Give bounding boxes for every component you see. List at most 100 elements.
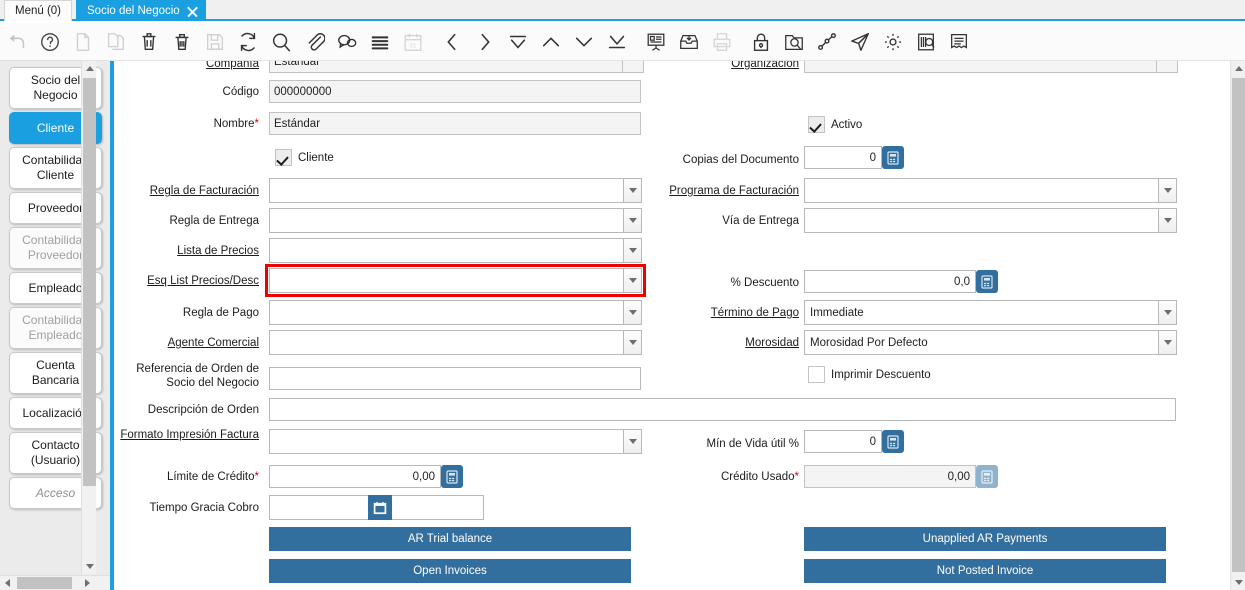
copias-documento-field[interactable]: 0 xyxy=(804,146,882,169)
sidebar-vertical-scrollbar[interactable] xyxy=(81,61,96,574)
scroll-up-icon[interactable] xyxy=(82,61,97,76)
refresh-icon[interactable] xyxy=(231,25,264,58)
previous-record-icon[interactable] xyxy=(534,25,567,58)
imprimir-descuento-checkbox[interactable]: Imprimir Descuento xyxy=(808,366,931,383)
next-record-icon[interactable] xyxy=(567,25,600,58)
copias-documento-calculator-button[interactable] xyxy=(882,146,904,169)
formato-impresion-value[interactable] xyxy=(269,429,623,454)
compania-lookup-button[interactable] xyxy=(622,61,644,73)
termino-pago-value[interactable]: Immediate xyxy=(804,300,1158,325)
descuento-calculator-button[interactable] xyxy=(976,270,998,293)
via-entrega-combo[interactable] xyxy=(804,208,1177,233)
scroll-left-icon[interactable] xyxy=(0,576,15,590)
morosidad-value[interactable]: Morosidad Por Defecto xyxy=(804,330,1158,355)
gear-icon[interactable] xyxy=(876,25,909,58)
chevron-down-icon[interactable] xyxy=(1158,300,1177,325)
regla-entrega-value[interactable] xyxy=(269,208,623,233)
scroll-down-icon[interactable] xyxy=(1231,575,1245,590)
label-min-vida-util: Mín de Vida útil % xyxy=(614,437,799,451)
min-vida-util-calculator-button[interactable] xyxy=(882,430,904,453)
tab-menu[interactable]: Menú (0) xyxy=(4,0,72,21)
open-invoices-button[interactable]: Open Invoices xyxy=(269,559,631,583)
programa-facturacion-value[interactable] xyxy=(804,178,1158,203)
organizacion-lookup-button[interactable] xyxy=(1156,61,1178,73)
send-icon[interactable] xyxy=(843,25,876,58)
formato-impresion-combo[interactable] xyxy=(269,429,642,454)
scroll-up-icon[interactable] xyxy=(1231,61,1245,76)
first-record-icon[interactable] xyxy=(501,25,534,58)
descripcion-orden-field[interactable] xyxy=(269,398,1176,421)
calendar-icon[interactable]: 31 xyxy=(396,25,429,58)
print-icon[interactable] xyxy=(705,25,738,58)
min-vida-util-field[interactable]: 0 xyxy=(804,430,882,453)
undo-icon[interactable] xyxy=(0,25,33,58)
chat-icon[interactable] xyxy=(330,25,363,58)
regla-facturacion-value[interactable] xyxy=(269,178,623,203)
organizacion-field[interactable] xyxy=(804,61,1172,73)
form-scroll-thumb[interactable] xyxy=(1232,78,1245,572)
via-entrega-value[interactable] xyxy=(804,208,1158,233)
descuento-field[interactable]: 0,0 xyxy=(804,270,976,293)
regla-facturacion-combo[interactable] xyxy=(269,178,642,203)
chevron-down-icon[interactable] xyxy=(1158,330,1177,355)
not-posted-invoice-button[interactable]: Not Posted Invoice xyxy=(804,559,1166,583)
activo-checkbox[interactable]: Activo xyxy=(808,116,862,133)
lock-icon[interactable] xyxy=(744,25,777,58)
barcode-zoom-icon[interactable] xyxy=(909,25,942,58)
agente-comercial-combo[interactable] xyxy=(269,330,642,355)
chevron-down-icon[interactable] xyxy=(623,238,642,263)
ar-trial-balance-button[interactable]: AR Trial balance xyxy=(269,527,631,551)
attachment-icon[interactable] xyxy=(297,25,330,58)
workflow-icon[interactable] xyxy=(810,25,843,58)
copy-record-icon[interactable] xyxy=(99,25,132,58)
lista-precios-combo[interactable] xyxy=(269,238,642,263)
regla-entrega-combo[interactable] xyxy=(269,208,642,233)
chevron-down-icon[interactable] xyxy=(1158,178,1177,203)
new-record-icon[interactable] xyxy=(66,25,99,58)
activo-checkbox-label: Activo xyxy=(831,119,862,131)
tiempo-gracia-calendar-button[interactable] xyxy=(368,495,392,520)
delete-selection-icon[interactable] xyxy=(165,25,198,58)
regla-pago-value[interactable] xyxy=(269,300,623,325)
sidebar-hscroll-thumb[interactable] xyxy=(17,577,72,589)
form-panel: Compañía Estándar Organización Código 00… xyxy=(114,61,1230,590)
codigo-field[interactable]: 000000000 xyxy=(269,80,641,103)
sidebar-horizontal-scrollbar[interactable] xyxy=(0,575,110,590)
label-formato-impresion-factura: Formato Impresión Factura xyxy=(114,428,259,442)
menu-lines-icon[interactable] xyxy=(363,25,396,58)
unapplied-ar-payments-button[interactable]: Unapplied AR Payments xyxy=(804,527,1166,551)
help-icon[interactable] xyxy=(33,25,66,58)
archive-icon[interactable] xyxy=(672,25,705,58)
search-icon[interactable] xyxy=(264,25,297,58)
save-icon[interactable] xyxy=(198,25,231,58)
report-icon[interactable] xyxy=(639,25,672,58)
morosidad-combo[interactable]: Morosidad Por Defecto xyxy=(804,330,1177,355)
programa-facturacion-combo[interactable] xyxy=(804,178,1177,203)
form-vertical-scrollbar[interactable] xyxy=(1230,61,1245,590)
last-record-icon[interactable] xyxy=(600,25,633,58)
document-icon[interactable] xyxy=(942,25,975,58)
agente-comercial-value[interactable] xyxy=(269,330,623,355)
sidebar-scroll-thumb[interactable] xyxy=(83,78,96,486)
chevron-down-icon[interactable] xyxy=(1158,208,1177,233)
tab-socio-del-negocio[interactable]: Socio del Negocio xyxy=(76,0,206,21)
codigo-value: 000000000 xyxy=(274,86,332,98)
esq-list-precios-value[interactable] xyxy=(269,268,623,293)
compania-field[interactable]: Estándar xyxy=(269,61,637,73)
limite-credito-field[interactable]: 0,00 xyxy=(269,465,441,488)
lista-precios-value[interactable] xyxy=(269,238,623,263)
referencia-orden-field[interactable] xyxy=(269,367,641,390)
close-icon[interactable] xyxy=(186,5,199,18)
zoom-folder-icon[interactable] xyxy=(777,25,810,58)
termino-pago-combo[interactable]: Immediate xyxy=(804,300,1177,325)
delete-icon[interactable] xyxy=(132,25,165,58)
nombre-field[interactable]: Estándar xyxy=(269,112,641,135)
limite-credito-calculator-button[interactable] xyxy=(441,465,463,488)
regla-pago-combo[interactable] xyxy=(269,300,642,325)
cliente-checkbox[interactable]: Cliente xyxy=(275,149,334,166)
next-icon[interactable] xyxy=(468,25,501,58)
scroll-down-icon[interactable] xyxy=(82,559,97,574)
scroll-right-icon[interactable] xyxy=(80,576,95,590)
previous-icon[interactable] xyxy=(435,25,468,58)
esq-list-precios-combo[interactable] xyxy=(269,268,642,293)
